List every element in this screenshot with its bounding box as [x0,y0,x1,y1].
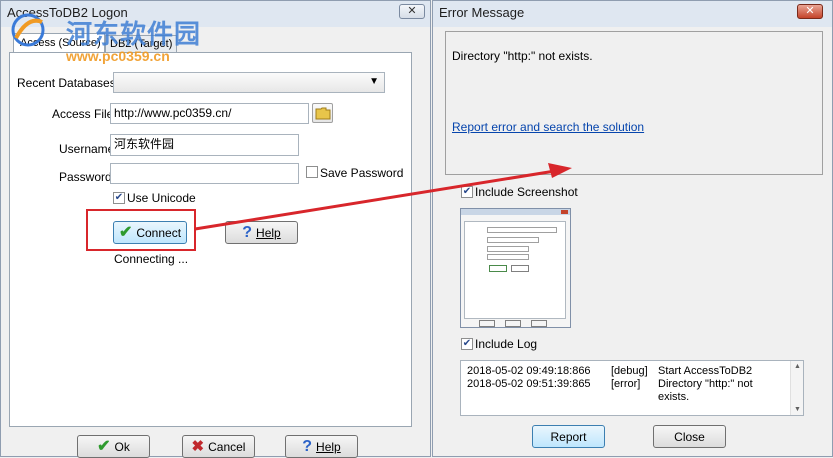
check-icon: ✔ [118,223,133,241]
watermark-logo-icon [11,13,45,47]
log-text: Start AccessToDB2 [658,365,753,377]
thumbnail-field [487,246,529,252]
thumbnail-titlebar [461,209,570,215]
help-question-icon: ? [302,437,313,455]
watermark-name: 河东软件园 [66,19,202,49]
ok-button[interactable]: ✔ Ok [77,435,150,458]
log-scrollbar[interactable]: ▲ ▼ [790,361,803,415]
help-question-icon: ? [242,223,253,241]
cancel-button[interactable]: ✖ Cancel [182,435,255,458]
connect-button[interactable]: ✔ Connect [113,221,187,244]
watermark-url: www.pc0359.cn [66,48,170,64]
recent-databases-label: Recent Databases [17,76,116,90]
bottom-help-label: Help [316,439,341,454]
watermark: 河东软件园 www.pc0359.cn [8,10,208,70]
report-button[interactable]: Report [532,425,605,448]
thumbnail-field [487,254,529,260]
username-label: Username [59,142,115,156]
report-error-link[interactable]: Report error and search the solution [452,120,644,134]
ok-label: Ok [114,439,130,454]
include-log-checkbox[interactable]: ✔ [461,338,473,350]
password-input[interactable] [110,163,299,184]
use-unicode-label: Use Unicode [127,191,196,205]
username-input[interactable]: 河东软件园 [110,134,299,156]
open-folder-button[interactable] [312,103,333,123]
password-label: Password [59,170,112,184]
help-label: Help [256,225,281,240]
access-file-input[interactable]: http://www.pc0359.cn/ [110,103,309,124]
log-time: 2018-05-02 09:49:18:866 [467,365,591,377]
thumbnail-field [487,237,539,243]
include-screenshot-label: Include Screenshot [475,185,578,199]
bottom-help-button[interactable]: ? Help [285,435,358,458]
error-title: Error Message [439,5,525,20]
username-value: 河东软件园 [114,137,175,151]
recent-databases-select[interactable]: ▼ [113,72,385,93]
thumbnail-field [487,227,557,233]
thumbnail-button [511,265,529,272]
screenshot-thumbnail[interactable] [460,208,571,328]
include-log-label: Include Log [475,337,538,351]
access-file-value: http://www.pc0359.cn/ [114,106,232,120]
log-text: Directory "http:" not exists. [658,378,753,403]
check-icon: ✔ [97,437,111,455]
close-button[interactable]: Close [653,425,726,448]
scroll-down-icon[interactable]: ▼ [794,406,801,413]
error-titlebar: Error Message ✕ [433,1,832,27]
use-unicode-checkbox[interactable]: ✔ [113,192,125,204]
thumbnail-button [489,265,507,272]
log-time: 2018-05-02 09:51:39:865 [467,378,591,390]
message-panel: Directory "http:" not exists. Report err… [445,31,823,175]
report-label: Report [550,429,587,444]
cross-icon: ✖ [191,437,205,455]
help-button[interactable]: ? Help [225,221,298,244]
log-box[interactable]: 2018-05-02 09:49:18:866 [debug] Start Ac… [460,360,804,416]
chevron-down-icon: ▼ [369,76,379,87]
thumbnail-button [531,320,547,327]
access-file-label: Access File [52,107,114,121]
error-message-text: Directory "http:" not exists. [452,49,593,63]
thumbnail-close-icon [561,210,568,214]
error-window: Error Message ✕ Directory "http:" not ex… [432,0,833,457]
save-password-label: Save Password [320,166,404,180]
save-password-checkbox[interactable] [306,166,318,178]
log-level: [debug] [611,365,648,377]
status-text: Connecting ... [114,252,189,266]
folder-icon [315,107,331,120]
cancel-label: Cancel [208,439,246,454]
include-screenshot-checkbox[interactable]: ✔ [461,186,473,198]
scroll-up-icon[interactable]: ▲ [794,363,801,370]
thumbnail-button [505,320,521,327]
error-close-button[interactable]: ✕ [797,4,823,19]
logon-close-button[interactable]: ✕ [399,4,425,19]
connect-label: Connect [136,225,182,240]
log-level: [error] [611,378,641,390]
close-label: Close [674,429,705,444]
thumbnail-button [479,320,495,327]
